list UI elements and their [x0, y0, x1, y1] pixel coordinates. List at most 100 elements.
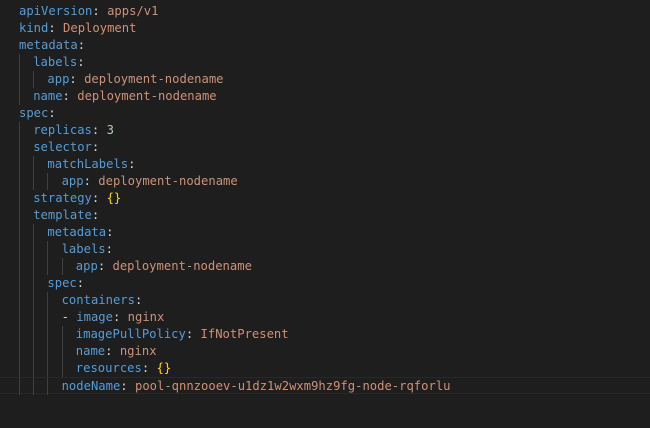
yaml-colon: : [141, 361, 150, 375]
yaml-colon: : [48, 106, 56, 120]
indent-guide [33, 378, 35, 395]
indent-guide [19, 190, 20, 207]
yaml-key: kind [19, 21, 49, 35]
code-text: selector: [33, 139, 99, 156]
code-line[interactable]: labels: [0, 241, 650, 258]
code-text: nodeName: pool-qnnzooev-u1dz1w2wxm9hz9fg… [62, 378, 451, 395]
yaml-value: nginx [119, 344, 157, 358]
code-line[interactable]: app: deployment-nodename [0, 258, 650, 275]
yaml-value: {} [156, 361, 172, 375]
code-line[interactable]: kind: Deployment [0, 20, 650, 37]
yaml-key: selector [33, 140, 92, 154]
code-text: labels: [62, 241, 113, 258]
code-line[interactable]: template: [0, 207, 650, 224]
yaml-value: {} [106, 191, 122, 205]
yaml-value: deployment-nodename [77, 89, 217, 103]
yaml-key: matchLabels [47, 157, 129, 171]
yaml-value: deployment-nodename [112, 259, 252, 273]
indent-guide [47, 343, 49, 360]
indent-guide [47, 173, 49, 190]
code-text: template: [33, 207, 99, 224]
list-dash: - [61, 310, 77, 324]
code-line[interactable]: selector: [0, 139, 650, 156]
indent-guide [19, 326, 20, 343]
code-editor[interactable]: apiVersion: apps/v1 kind: Deployment metad… [0, 0, 650, 428]
indent-guide [47, 326, 49, 343]
indent-guide [19, 309, 20, 326]
yaml-key: labels [61, 242, 106, 256]
yaml-colon: : [83, 174, 91, 188]
yaml-key: apiVersion [19, 4, 93, 18]
yaml-colon: : [48, 21, 56, 35]
yaml-key: app [61, 174, 84, 188]
yaml-key: spec [47, 276, 77, 290]
indent-guide [33, 326, 35, 343]
yaml-key: metadata [47, 225, 107, 239]
code-line[interactable]: nodeName: pool-qnnzooev-u1dz1w2wxm9hz9fg… [0, 377, 650, 395]
code-line[interactable]: metadata: [0, 37, 650, 54]
yaml-key: template [33, 208, 92, 222]
yaml-value: apps/v1 [107, 4, 159, 18]
yaml-colon: : [77, 55, 85, 69]
code-text: spec: [19, 105, 56, 122]
yaml-colon: : [112, 310, 121, 324]
yaml-key: spec [19, 106, 49, 120]
code-text: name: nginx [76, 343, 157, 360]
yaml-value: 3 [106, 123, 114, 137]
yaml-key: image [76, 310, 113, 324]
code-text: app: deployment-nodename [47, 71, 223, 88]
indent-guide [47, 258, 49, 275]
indent-guide [19, 173, 20, 190]
yaml-colon: : [105, 242, 113, 256]
code-line[interactable]: replicas: 3 [0, 122, 650, 139]
yaml-colon: : [128, 157, 136, 171]
indent-guide [19, 360, 20, 377]
code-line[interactable]: strategy: {} [0, 190, 650, 207]
indent-guide [19, 258, 20, 275]
yaml-value: Deployment [63, 21, 137, 35]
code-line[interactable]: spec: [0, 105, 650, 122]
code-text: name: deployment-nodename [33, 88, 216, 105]
yaml-key: imagePullPolicy [75, 327, 186, 341]
code-line[interactable]: name: deployment-nodename [0, 88, 650, 105]
indent-guide [47, 241, 49, 258]
indent-guide [33, 156, 35, 173]
indent-guide [19, 139, 20, 156]
indent-guide [33, 224, 35, 241]
indent-guide [47, 292, 49, 309]
code-text: metadata: [47, 224, 113, 241]
indent-guide [33, 258, 35, 275]
code-line[interactable]: name: nginx [0, 343, 650, 360]
indent-guide [33, 343, 35, 360]
yaml-key: nodeName [61, 379, 121, 393]
code-text: metadata: [19, 37, 85, 54]
yaml-colon: : [91, 123, 100, 137]
code-line[interactable]: labels: [0, 54, 650, 71]
code-line[interactable]: imagePullPolicy: IfNotPresent [0, 326, 650, 343]
indent-guide [19, 156, 20, 173]
code-line[interactable]: app: deployment-nodename [0, 71, 650, 88]
indent-guide [19, 224, 20, 241]
yaml-colon: : [106, 225, 114, 239]
code-line[interactable]: - image: nginx [0, 309, 650, 326]
code-text: app: deployment-nodename [62, 173, 238, 190]
yaml-colon: : [91, 191, 100, 205]
code-line[interactable]: resources: {} [0, 360, 650, 377]
code-line[interactable]: metadata: [0, 224, 650, 241]
code-line[interactable]: app: deployment-nodename [0, 173, 650, 190]
code-line[interactable]: containers: [0, 292, 650, 309]
indent-guide [19, 207, 20, 224]
yaml-colon: : [76, 276, 85, 290]
indent-guide [47, 378, 49, 395]
code-text: kind: Deployment [19, 20, 136, 37]
indent-guide [19, 88, 20, 105]
indent-guide [61, 343, 63, 360]
code-line[interactable]: spec: [0, 275, 650, 292]
code-line[interactable]: matchLabels: [0, 156, 650, 173]
yaml-colon: : [185, 327, 194, 341]
yaml-colon: : [97, 259, 106, 273]
yaml-value: IfNotPresent [200, 327, 289, 341]
code-line[interactable]: apiVersion: apps/v1 [0, 3, 650, 20]
yaml-colon: : [69, 72, 77, 86]
indent-guide [47, 360, 49, 377]
